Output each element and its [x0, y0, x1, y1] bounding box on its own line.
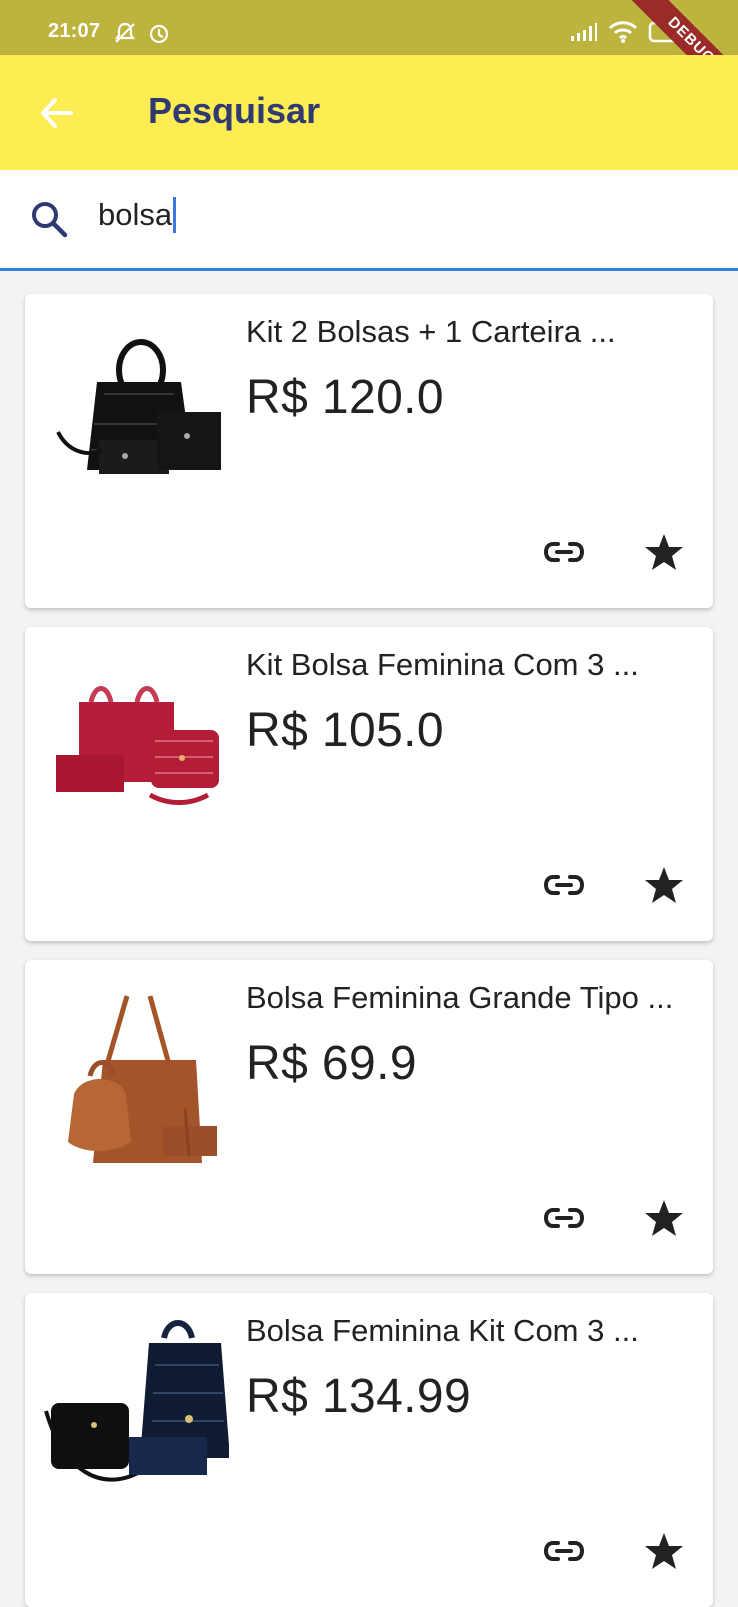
product-title: Kit 2 Bolsas + 1 Carteira ... [246, 314, 616, 349]
app-bar: Pesquisar [0, 55, 738, 170]
link-button[interactable] [535, 1525, 593, 1577]
product-card[interactable]: Kit Bolsa Feminina Com 3 ... R$ 105.0 [25, 627, 713, 941]
favorite-button[interactable] [636, 1525, 692, 1577]
star-icon [645, 1533, 683, 1569]
star-icon [645, 1200, 683, 1236]
product-image [39, 312, 229, 502]
text-cursor [173, 197, 177, 233]
product-card[interactable]: Bolsa Feminina Kit Com 3 ... R$ 134.99 [25, 1293, 713, 1607]
product-price: R$ 105.0 [246, 704, 445, 757]
alarm-icon [146, 20, 172, 46]
link-button[interactable] [535, 526, 593, 578]
star-icon [645, 867, 683, 903]
link-icon [543, 1208, 585, 1228]
product-card[interactable]: Kit 2 Bolsas + 1 Carteira ... R$ 120.0 [25, 294, 713, 608]
search-input[interactable]: bolsa [98, 190, 678, 240]
link-button[interactable] [535, 1192, 593, 1244]
product-price: R$ 69.9 [246, 1037, 417, 1090]
product-card[interactable]: Bolsa Feminina Grande Tipo ... R$ 69.9 [25, 960, 713, 1274]
link-icon [543, 875, 585, 895]
arrow-back-icon [41, 98, 73, 128]
search-input-value: bolsa [98, 197, 173, 232]
mute-notification-icon [112, 20, 138, 46]
signal-icon [570, 22, 598, 42]
link-button[interactable] [535, 859, 593, 911]
page-title: Pesquisar [148, 90, 321, 131]
product-title: Bolsa Feminina Grande Tipo ... [246, 980, 674, 1015]
status-bar: 21:07 DEBUG [0, 0, 738, 104]
product-title: Kit Bolsa Feminina Com 3 ... [246, 647, 639, 682]
search-icon [28, 198, 70, 240]
product-image [39, 645, 229, 835]
link-icon [543, 1541, 585, 1561]
product-image [39, 978, 229, 1168]
search-bar: bolsa [0, 170, 738, 271]
favorite-button[interactable] [636, 526, 692, 578]
product-title: Bolsa Feminina Kit Com 3 ... [246, 1313, 639, 1348]
product-image [39, 1311, 229, 1501]
link-icon [543, 542, 585, 562]
status-time: 21:07 [48, 20, 101, 42]
wifi-icon [608, 20, 638, 44]
star-icon [645, 534, 683, 570]
back-button[interactable] [30, 89, 82, 137]
product-price: R$ 134.99 [246, 1370, 472, 1423]
product-price: R$ 120.0 [246, 371, 445, 424]
favorite-button[interactable] [636, 859, 692, 911]
favorite-button[interactable] [636, 1192, 692, 1244]
